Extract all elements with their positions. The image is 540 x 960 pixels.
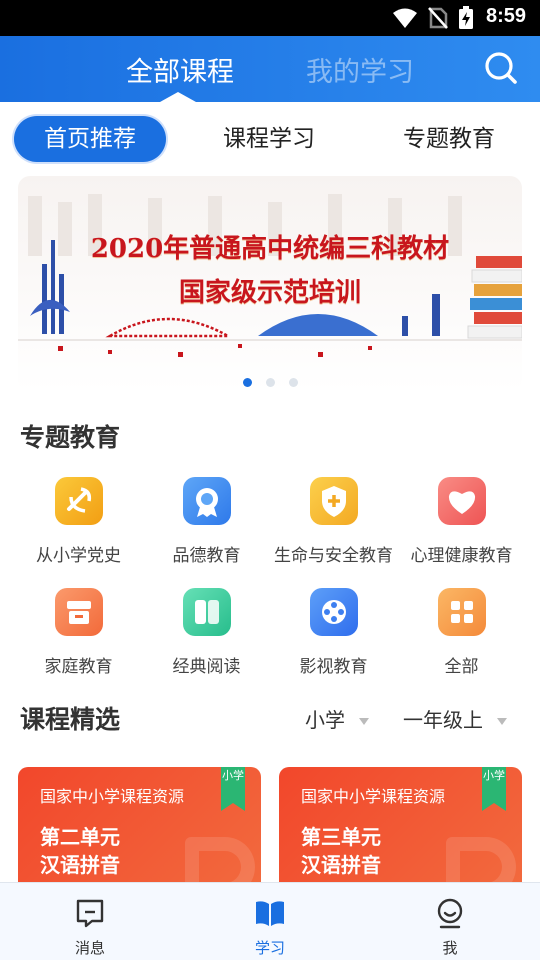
wifi-icon: [393, 8, 417, 28]
card-decoration: [446, 837, 516, 887]
clock: 8:59: [485, 5, 526, 27]
nav-learning[interactable]: 学习: [180, 883, 360, 960]
pagination-dot-active[interactable]: [242, 378, 252, 387]
topic-classic-reading[interactable]: 经典阅读: [139, 588, 274, 677]
subtab-special-education[interactable]: 专题教育: [376, 116, 522, 162]
topic-family-education[interactable]: 家庭教育: [11, 588, 146, 677]
section-title-topics: 专题教育: [20, 423, 121, 452]
book-open-icon: [256, 901, 284, 926]
course-source: 国家中小学课程资源: [301, 787, 446, 806]
nav-label: 我: [442, 939, 458, 957]
course-topic: 汉语拼音: [40, 853, 120, 877]
topic-party-history[interactable]: 从小学党史: [11, 477, 146, 566]
nav-label: 消息: [74, 939, 105, 957]
tab-my-learning[interactable]: 我的学习: [306, 50, 414, 89]
chevron-down-icon: [497, 718, 507, 725]
grade-filter-dropdown[interactable]: 一年级上: [403, 704, 507, 733]
grade-badge: 小学: [482, 767, 506, 811]
sub-tab-bar: 首页推荐 课程学习 专题教育: [0, 102, 540, 172]
grid-icon: [437, 588, 486, 636]
nav-messages[interactable]: 消息: [0, 883, 180, 960]
topic-label: 经典阅读: [172, 657, 241, 677]
active-tab-indicator: [160, 92, 196, 102]
banner-title-line1: 2020年普通高中统编三科教材: [90, 234, 450, 264]
shield-icon: [309, 477, 358, 525]
course-source: 国家中小学课程资源: [40, 787, 185, 806]
level-filter-dropdown[interactable]: 小学: [305, 704, 369, 733]
app-header: 全部课程 我的学习: [0, 36, 540, 102]
profile-icon: [437, 898, 463, 929]
tab-all-courses[interactable]: 全部课程: [126, 50, 234, 89]
nav-profile[interactable]: 我: [360, 883, 540, 960]
banner-pagination: [18, 372, 522, 391]
message-icon: [76, 899, 104, 928]
topic-label: 心理健康教育: [410, 546, 513, 566]
chevron-down-icon: [359, 718, 369, 725]
bottom-nav: 消息 学习 我: [0, 882, 540, 960]
no-sim-icon: [428, 7, 448, 29]
subtab-course-learning[interactable]: 课程学习: [196, 116, 342, 162]
subtab-home-recommend[interactable]: 首页推荐: [14, 116, 166, 162]
book-icon: [182, 588, 231, 636]
level-filter-value: 小学: [305, 708, 345, 732]
promo-banner[interactable]: 2020年普通高中统编三科教材 国家级示范培训: [18, 176, 522, 392]
topic-label: 影视教育: [299, 657, 368, 677]
topic-moral-education[interactable]: 品德教育: [139, 477, 274, 566]
banner-title-line2: 国家级示范培训: [178, 278, 361, 308]
topic-label: 品德教育: [172, 546, 241, 566]
heart-icon: [437, 477, 486, 525]
topic-label: 全部: [444, 657, 479, 677]
status-bar: 8:59: [0, 0, 540, 36]
course-topic: 汉语拼音: [301, 853, 381, 877]
topic-film-education[interactable]: 影视教育: [266, 588, 401, 677]
film-reel-icon: [309, 588, 358, 636]
topic-label: 从小学党史: [36, 546, 121, 566]
section-title-courses: 课程精选: [20, 705, 121, 734]
party-emblem-icon: [54, 477, 103, 525]
nav-label: 学习: [254, 939, 285, 957]
topic-label: 家庭教育: [44, 657, 113, 677]
grade-badge: 小学: [221, 767, 245, 811]
course-unit: 第三单元: [301, 825, 381, 849]
medal-icon: [182, 477, 231, 525]
course-card[interactable]: 国家中小学课程资源 小学 第二单元 汉语拼音: [18, 767, 261, 887]
topic-mental-health[interactable]: 心理健康教育: [394, 477, 529, 566]
search-icon[interactable]: [484, 51, 518, 85]
battery-charging-icon: [459, 6, 473, 29]
topic-all[interactable]: 全部: [394, 588, 529, 677]
course-unit: 第二单元: [40, 825, 120, 849]
card-decoration: [185, 837, 255, 887]
grade-filter-value: 一年级上: [403, 708, 483, 732]
topic-life-safety[interactable]: 生命与安全教育: [266, 477, 401, 566]
course-card[interactable]: 国家中小学课程资源 小学 第三单元 汉语拼音: [279, 767, 522, 887]
pagination-dot[interactable]: [265, 378, 275, 387]
topic-label: 生命与安全教育: [274, 546, 393, 566]
pagination-dot[interactable]: [288, 378, 298, 387]
home-icon: [54, 588, 103, 636]
